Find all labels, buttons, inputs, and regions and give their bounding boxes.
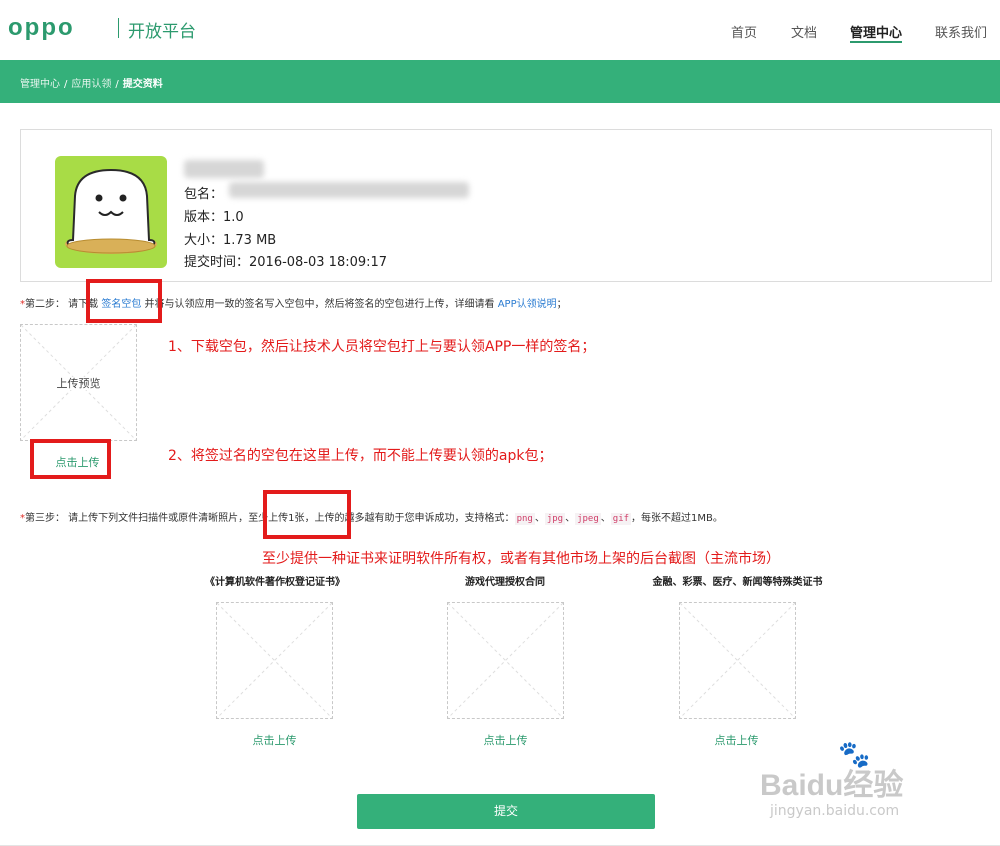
breadcrumb-app-claim[interactable]: 应用认领 (71, 79, 111, 90)
breadcrumb: 管理中心 / 应用认领 / 提交资料 (20, 79, 163, 90)
highlight-download-link (86, 279, 162, 323)
package-name-redacted (229, 182, 469, 198)
highlight-at-least-one (263, 490, 351, 539)
upload-preview-box: 上传预览 (20, 324, 137, 441)
nav-management-center[interactable]: 管理中心 (850, 22, 902, 41)
baidu-jingyan-watermark: Baidu经验 (760, 769, 904, 802)
cert-upload-box-1 (216, 602, 333, 719)
annotation-step2: 2、将签过名的空包在这里上传，而不能上传要认领的apk包； (168, 448, 553, 464)
platform-title: 开放平台 (128, 22, 196, 42)
watermark-url: jingyan.baidu.com (770, 803, 900, 819)
submit-time: 提交时间：2016-08-03 18:09:17 (184, 255, 388, 270)
breadcrumb-current: 提交资料 (122, 79, 163, 90)
upload-preview-label: 上传预览 (54, 377, 103, 390)
cert-title-software-copyright: 《计算机软件著作权登记证书》 (205, 577, 345, 588)
annotation-step1: 1、下载空包，然后让技术人员将空包打上与要认领APP一样的签名； (168, 339, 596, 355)
step3-instructions: *第三步： 请上传下列文件扫描件或原件清晰照片，至少上传1张，上传的越多越有助于… (20, 513, 723, 525)
breadcrumb-bar: 管理中心 / 应用认领 / 提交资料 (0, 60, 1000, 103)
cert-upload-button-1[interactable]: 点击上传 (232, 732, 317, 748)
logo-divider (118, 18, 119, 38)
highlight-upload-button (30, 439, 111, 479)
breadcrumb-management[interactable]: 管理中心 (20, 79, 60, 90)
cert-upload-button-3[interactable]: 点击上传 (694, 732, 779, 748)
nav-contact-us[interactable]: 联系我们 (935, 22, 987, 41)
active-nav-underline (850, 41, 902, 43)
nav-docs[interactable]: 文档 (791, 22, 817, 41)
cert-title-special-industry: 金融、彩票、医疗、新闻等特殊类证书 (652, 577, 823, 588)
app-size: 大小：1.73 MB (184, 233, 277, 248)
annotation-certificates: 至少提供一种证书来证明软件所有权，或者有其他市场上架的后台截图（主流市场） (262, 551, 780, 567)
app-name-redacted (184, 160, 264, 178)
oppo-logo[interactable]: oppo (8, 14, 75, 42)
top-header: oppo 开放平台 首页 文档 管理中心 联系我们 (0, 0, 1000, 60)
nav-home[interactable]: 首页 (731, 22, 757, 41)
submit-button[interactable]: 提交 (357, 794, 655, 829)
cert-title-game-license: 游戏代理授权合同 (465, 577, 545, 588)
cert-upload-box-2 (447, 602, 564, 719)
cert-upload-button-2[interactable]: 点击上传 (463, 732, 548, 748)
app-version: 版本：1.0 (184, 210, 244, 225)
app-icon (55, 156, 167, 268)
package-name: 包名： (184, 187, 224, 202)
cert-upload-box-3 (679, 602, 796, 719)
app-info-card: 包名： 版本：1.0 大小：1.73 MB 提交时间：2016-08-03 18… (20, 129, 992, 282)
app-claim-guide-link[interactable]: APP认领说明 (498, 299, 557, 310)
